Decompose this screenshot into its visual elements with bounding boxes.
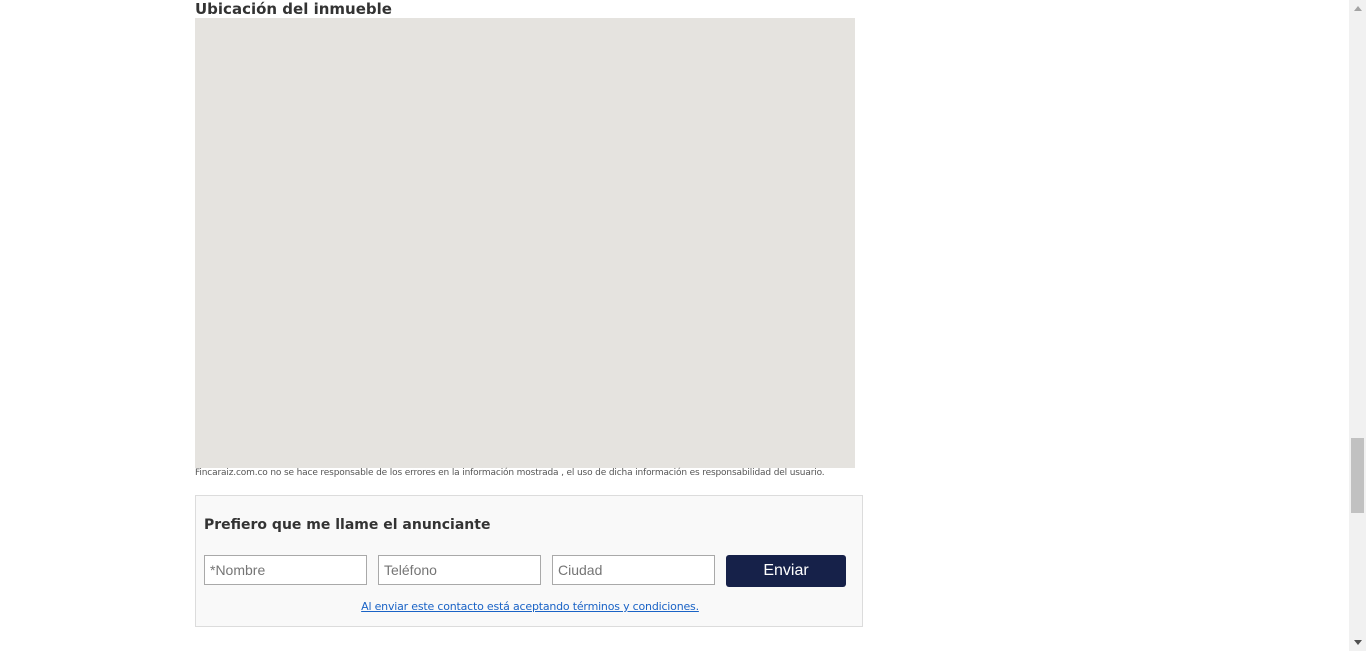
page: Ubicación del inmueble Fincaraiz.com.co …	[0, 0, 1366, 651]
callback-form-title: Prefiero que me llame el anunciante	[204, 517, 491, 533]
city-field[interactable]	[552, 555, 715, 585]
callback-request-form: Prefiero que me llame el anunciante Envi…	[195, 495, 863, 627]
property-map[interactable]	[195, 18, 855, 468]
triangle-down-icon[interactable]	[1349, 634, 1366, 651]
terms-link[interactable]: Al enviar este contacto está aceptando t…	[196, 600, 864, 614]
vertical-scrollbar[interactable]	[1349, 0, 1366, 651]
triangle-up-icon[interactable]	[1349, 0, 1366, 17]
location-title: Ubicación del inmueble	[195, 0, 392, 18]
name-field[interactable]	[204, 555, 367, 585]
send-button[interactable]: Enviar	[726, 555, 846, 587]
scrollbar-thumb[interactable]	[1351, 438, 1364, 513]
disclaimer-text: Fincaraiz.com.co no se hace responsable …	[195, 468, 825, 478]
phone-field[interactable]	[378, 555, 541, 585]
